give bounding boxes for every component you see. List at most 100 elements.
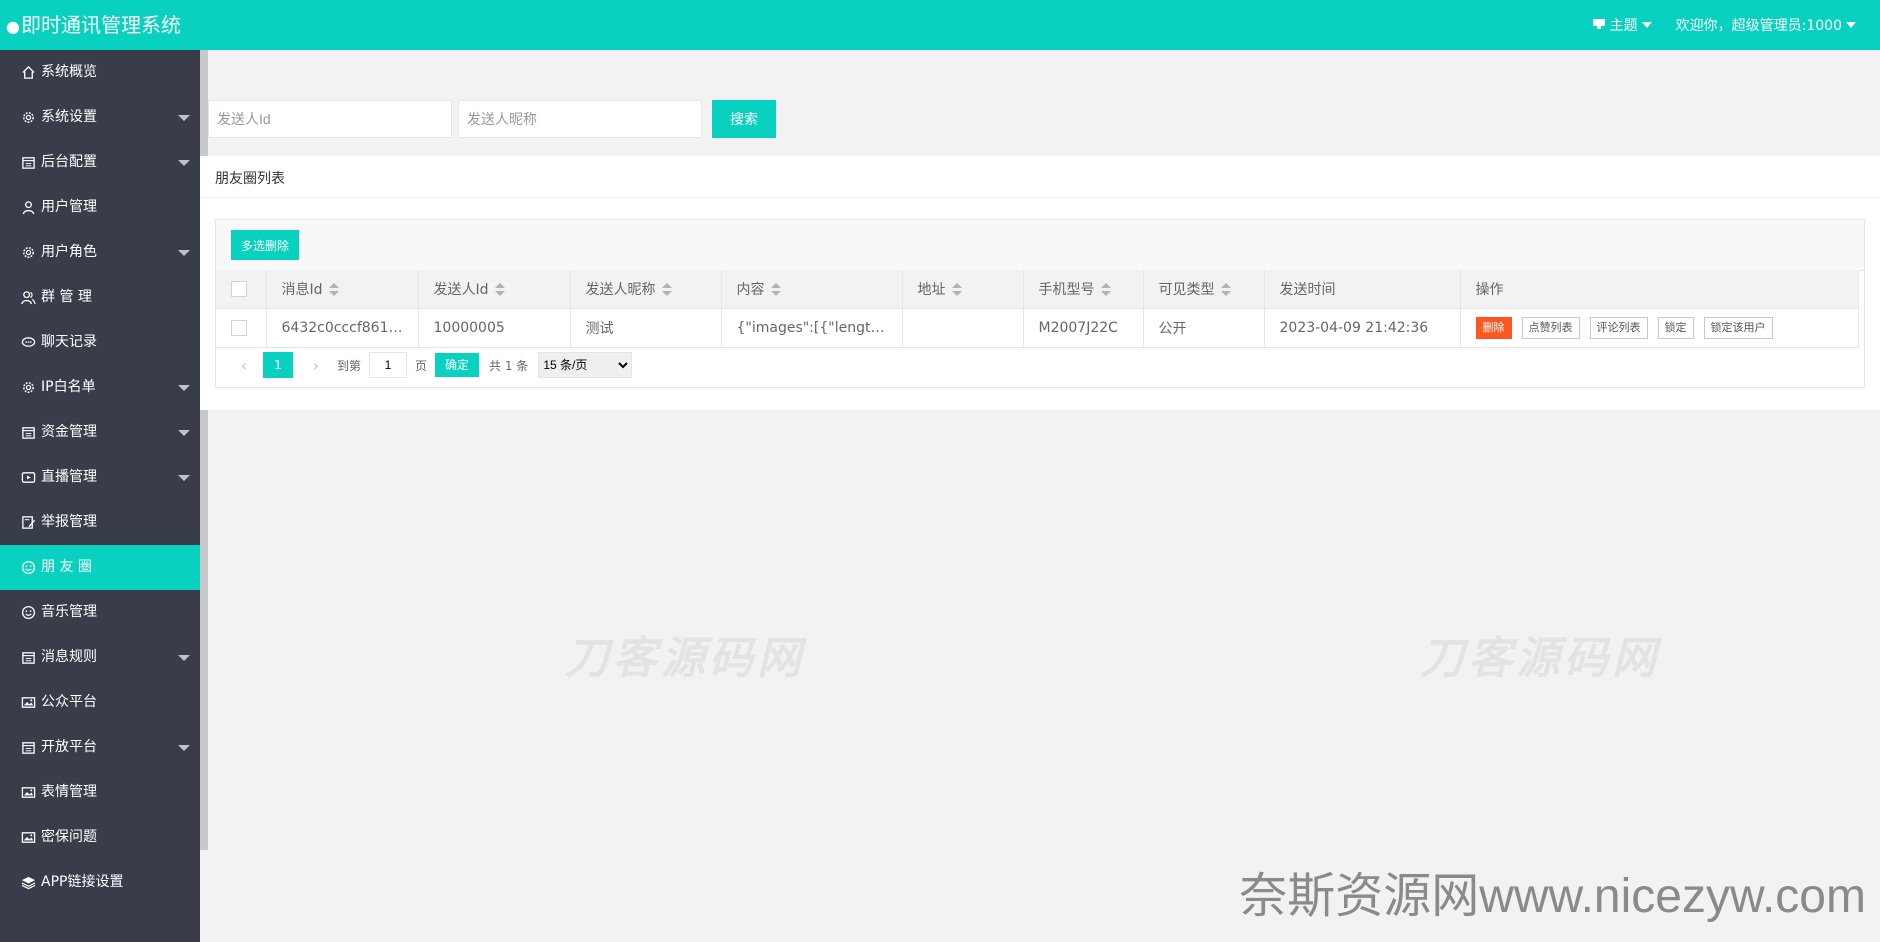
welcome-text: 欢迎你，超级管理员:1000 <box>1675 18 1842 34</box>
chevron-down-icon <box>178 655 190 661</box>
likes-list-button[interactable]: 点赞列表 <box>1521 317 1580 339</box>
top-header: ●即时通讯管理系统 主题 欢迎你，超级管理员:1000 <box>0 0 1880 50</box>
delete-button[interactable]: 删除 <box>1475 317 1512 339</box>
sidebar-item-14[interactable]: 公众平台 <box>0 680 200 725</box>
report-icon <box>20 515 36 531</box>
sender-nick-input[interactable] <box>458 100 702 138</box>
multi-delete-button[interactable]: 多选删除 <box>231 230 299 260</box>
group-icon <box>20 290 36 306</box>
sidebar-item-10[interactable]: 举报管理 <box>0 500 200 545</box>
lock-user-button[interactable]: 锁定该用户 <box>1703 317 1773 339</box>
sort-icon[interactable] <box>1100 283 1111 297</box>
dot-icon: ● <box>6 17 20 36</box>
user-menu[interactable]: 欢迎你，超级管理员:1000 <box>1676 15 1856 35</box>
sidebar-item-label: 音乐管理 <box>41 604 97 620</box>
page-size-select[interactable]: 15 条/页 <box>538 352 633 378</box>
sidebar-item-3[interactable]: 用户管理 <box>0 185 200 230</box>
sort-icon[interactable] <box>661 283 672 297</box>
select-all-cell <box>216 270 267 309</box>
sidebar-item-11[interactable]: 朋 友 圈 <box>0 545 200 590</box>
sidebar-item-1[interactable]: 系统设置 <box>0 95 200 140</box>
col-header-phone-model[interactable]: 手机型号 <box>1023 270 1144 309</box>
sidebar-item-17[interactable]: 密保问题 <box>0 815 200 860</box>
col-header-sender-nick[interactable]: 发送人昵称 <box>570 270 722 309</box>
col-header-actions: 操作 <box>1460 270 1859 309</box>
sidebar-item-4[interactable]: 用户角色 <box>0 230 200 275</box>
sort-icon[interactable] <box>328 283 339 297</box>
sidebar-item-label: IP白名单 <box>41 379 96 395</box>
cell-time: 2023-04-09 21:42:36 <box>1264 308 1461 348</box>
page-1-button[interactable]: 1 <box>263 352 293 378</box>
chevron-down-icon <box>178 250 190 256</box>
col-header-address[interactable]: 地址 <box>902 270 1024 309</box>
sidebar-item-15[interactable]: 开放平台 <box>0 725 200 770</box>
gear-icon <box>20 245 36 261</box>
calendar-icon <box>20 650 36 666</box>
goto-confirm-button[interactable]: 确定 <box>435 353 480 377</box>
sidebar-item-label: 系统概览 <box>41 64 97 80</box>
sidebar-item-12[interactable]: 音乐管理 <box>0 590 200 635</box>
sender-id-input[interactable] <box>208 100 452 138</box>
row-checkbox[interactable] <box>231 320 247 336</box>
smile-icon <box>20 560 36 576</box>
app-title: ●即时通讯管理系统 <box>6 10 181 42</box>
table-toolbar: 多选删除 <box>216 220 1864 271</box>
select-all-checkbox[interactable] <box>231 281 247 297</box>
chevron-down-icon <box>178 385 190 391</box>
table-row: 6432c0cccf861d… 10000005 测试 {"images":[{… <box>216 308 1859 348</box>
sidebar-item-label: 密保问题 <box>41 829 97 845</box>
sidebar-item-7[interactable]: IP白名单 <box>0 365 200 410</box>
sidebar-item-label: 用户角色 <box>41 244 97 260</box>
next-page-icon[interactable]: › <box>303 352 329 378</box>
sort-icon[interactable] <box>494 283 505 297</box>
sidebar-item-label: 群 管 理 <box>41 289 92 305</box>
sidebar-item-label: 开放平台 <box>41 739 97 755</box>
prev-page-icon[interactable]: ‹ <box>231 352 257 378</box>
col-label: 发送人昵称 <box>585 282 656 298</box>
sidebar-item-16[interactable]: 表情管理 <box>0 770 200 815</box>
goto-label: 到第 <box>337 358 362 373</box>
col-header-content[interactable]: 内容 <box>721 270 903 309</box>
home-icon <box>20 65 36 81</box>
user-icon <box>20 200 36 216</box>
comments-list-button[interactable]: 评论列表 <box>1589 317 1648 339</box>
lock-button[interactable]: 锁定 <box>1657 317 1694 339</box>
search-button[interactable]: 搜索 <box>712 100 776 138</box>
col-label: 内容 <box>736 282 765 298</box>
watermark-center-left: 刀客源码网 <box>565 633 805 684</box>
sidebar-item-9[interactable]: 直播管理 <box>0 455 200 500</box>
chevron-down-icon <box>178 160 190 166</box>
sidebar: 系统概览系统设置 后台配置 用户管理用户角色群 管 理聊天记录 IP白名单资金管理直播… <box>0 50 200 942</box>
sidebar-item-label: APP链接设置 <box>41 874 124 890</box>
chat-icon <box>20 335 36 351</box>
moments-table: 消息Id 发送人Id 发送人昵称 内容 地址 手机型号 可见类型 发送时间 操作… <box>216 270 1859 348</box>
sort-icon[interactable] <box>1220 283 1231 297</box>
sidebar-item-5[interactable]: 群 管 理 <box>0 275 200 320</box>
video-icon <box>20 470 36 486</box>
sidebar-item-label: 举报管理 <box>41 514 97 530</box>
gear-icon <box>20 110 36 126</box>
theme-menu[interactable]: 主题 <box>1592 15 1652 35</box>
col-label: 手机型号 <box>1038 282 1095 298</box>
sidebar-item-2[interactable]: 后台配置 <box>0 140 200 185</box>
col-header-msg-id[interactable]: 消息Id <box>266 270 419 309</box>
search-bar: 搜索 <box>208 100 776 138</box>
calendar-icon <box>20 740 36 756</box>
table-container: 多选删除 消息Id 发送人Id 发送人昵称 内容 地址 手机型号 可见类型 发送… <box>215 219 1865 388</box>
chevron-down-icon <box>1641 22 1652 28</box>
col-label: 可见类型 <box>1158 282 1215 298</box>
sidebar-item-6[interactable]: 聊天记录 <box>0 320 200 365</box>
col-label: 消息Id <box>281 282 323 298</box>
col-header-sender-id[interactable]: 发送人Id <box>418 270 571 309</box>
sidebar-item-0[interactable]: 系统概览 <box>0 50 200 95</box>
sort-icon[interactable] <box>770 283 781 297</box>
sidebar-item-18[interactable]: APP链接设置 <box>0 860 200 905</box>
sidebar-item-label: 资金管理 <box>41 424 97 440</box>
goto-page-input[interactable] <box>369 352 408 378</box>
image-icon <box>20 785 36 801</box>
col-header-visible[interactable]: 可见类型 <box>1143 270 1265 309</box>
sidebar-item-13[interactable]: 消息规则 <box>0 635 200 680</box>
sidebar-item-8[interactable]: 资金管理 <box>0 410 200 455</box>
calendar-icon <box>20 155 36 171</box>
sort-icon[interactable] <box>951 283 962 297</box>
